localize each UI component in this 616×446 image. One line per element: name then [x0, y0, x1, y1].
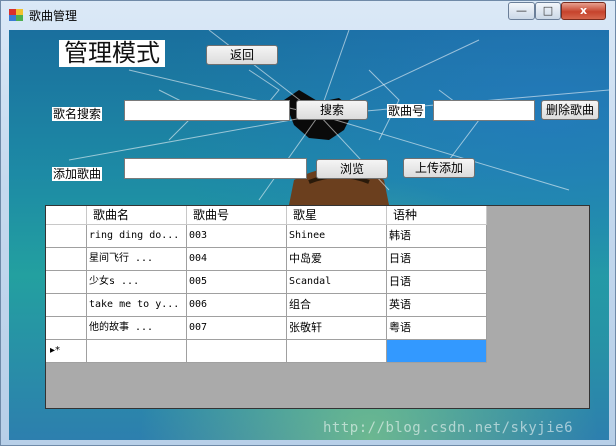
cell-song-name[interactable]: 星间飞行 ...	[87, 248, 187, 271]
search-input[interactable]	[124, 100, 290, 121]
song-id-input[interactable]	[433, 100, 535, 121]
songs-grid[interactable]: 歌曲名 歌曲号 歌星 语种 ring ding do... 003 Shinee…	[45, 205, 590, 409]
cell-language-selected[interactable]	[387, 340, 487, 363]
row-header[interactable]	[46, 225, 87, 248]
grid-header: 歌曲名 歌曲号 歌星 语种	[46, 206, 487, 225]
app-icon	[9, 9, 23, 21]
column-header-language[interactable]: 语种	[387, 206, 487, 225]
cell-song-name[interactable]	[87, 340, 187, 363]
cell-song-name[interactable]: ring ding do...	[87, 225, 187, 248]
back-button[interactable]: 返回	[206, 45, 278, 65]
admin-mode-title: 管理模式	[59, 40, 165, 67]
row-header-corner[interactable]	[46, 206, 87, 225]
client-area: 管理模式 返回 歌名搜索 搜索 歌曲号 删除歌曲 添加歌曲 浏览 上传添加 歌曲…	[9, 30, 609, 440]
app-window: 歌曲管理 — □ x 管理模式 返回 歌名搜索 搜索 歌曲号 删除歌曲 添加歌曲	[0, 0, 616, 446]
cell-singer[interactable]: Scandal	[287, 271, 387, 294]
cell-language[interactable]: 韩语	[387, 225, 487, 248]
search-button[interactable]: 搜索	[296, 100, 368, 120]
cell-language[interactable]: 英语	[387, 294, 487, 317]
cell-song-id[interactable]: 005	[187, 271, 287, 294]
watermark: http://blog.csdn.net/skyjie6	[323, 420, 574, 436]
cell-language[interactable]: 粤语	[387, 317, 487, 340]
cell-singer[interactable]: 组合	[287, 294, 387, 317]
column-header-singer[interactable]: 歌星	[287, 206, 387, 225]
cell-song-name[interactable]: 少女s ...	[87, 271, 187, 294]
row-header[interactable]	[46, 317, 87, 340]
table-row[interactable]: 星间飞行 ... 004 中岛爱 日语	[46, 248, 487, 271]
maximize-button[interactable]: □	[535, 2, 561, 20]
cell-language[interactable]: 日语	[387, 271, 487, 294]
cell-singer[interactable]: 张敬轩	[287, 317, 387, 340]
search-label: 歌名搜索	[52, 107, 103, 121]
table-row[interactable]: ring ding do... 003 Shinee 韩语	[46, 225, 487, 248]
cell-singer[interactable]: 中岛爱	[287, 248, 387, 271]
window-title: 歌曲管理	[29, 9, 78, 23]
cell-song-id[interactable]: 003	[187, 225, 287, 248]
cell-song-id[interactable]: 007	[187, 317, 287, 340]
column-header-song-id[interactable]: 歌曲号	[187, 206, 287, 225]
row-header[interactable]	[46, 248, 87, 271]
table-row[interactable]: take me to y... 006 组合 英语	[46, 294, 487, 317]
cell-song-id[interactable]: 004	[187, 248, 287, 271]
cell-song-name[interactable]: 他的故事 ...	[87, 317, 187, 340]
cell-song-id[interactable]: 006	[187, 294, 287, 317]
row-header[interactable]	[46, 294, 87, 317]
title-bar[interactable]: 歌曲管理 — □ x	[1, 1, 615, 29]
new-row-marker[interactable]: ▸*	[46, 340, 87, 363]
column-header-song-name[interactable]: 歌曲名	[87, 206, 187, 225]
delete-song-button[interactable]: 删除歌曲	[541, 100, 599, 120]
upload-add-button[interactable]: 上传添加	[403, 158, 475, 178]
minimize-button[interactable]: —	[508, 2, 535, 20]
table-row[interactable]: 他的故事 ... 007 张敬轩 粤语	[46, 317, 487, 340]
table-row[interactable]: 少女s ... 005 Scandal 日语	[46, 271, 487, 294]
new-row[interactable]: ▸*	[46, 340, 487, 363]
song-id-label: 歌曲号	[387, 104, 426, 118]
row-header[interactable]	[46, 271, 87, 294]
file-path-input[interactable]	[124, 158, 307, 179]
cell-language[interactable]: 日语	[387, 248, 487, 271]
add-song-label: 添加歌曲	[52, 167, 103, 181]
cell-song-id[interactable]	[187, 340, 287, 363]
cell-song-name[interactable]: take me to y...	[87, 294, 187, 317]
close-button[interactable]: x	[561, 2, 606, 20]
cell-singer[interactable]	[287, 340, 387, 363]
browse-button[interactable]: 浏览	[316, 159, 388, 179]
cell-singer[interactable]: Shinee	[287, 225, 387, 248]
